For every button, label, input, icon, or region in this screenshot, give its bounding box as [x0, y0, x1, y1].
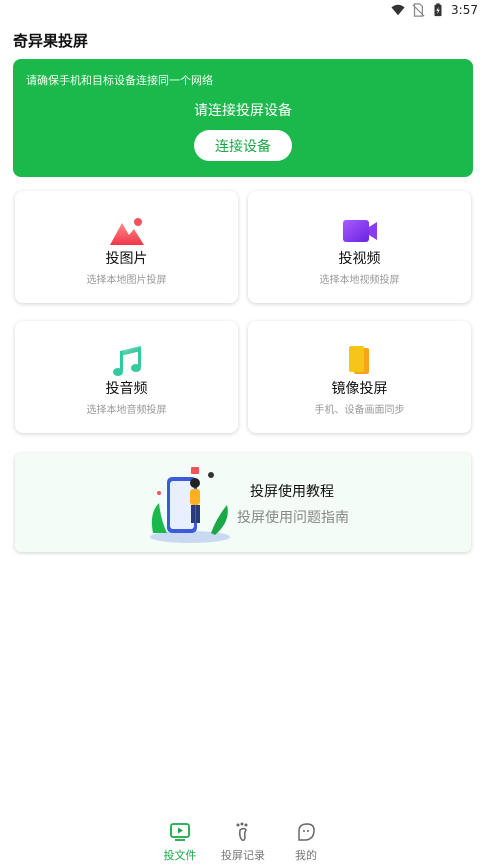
tab-mine[interactable]: 我的: [271, 821, 341, 863]
status-icons: 3:57: [391, 3, 478, 17]
mirror-screen-icon: [348, 346, 369, 374]
tutorial-title: 投屏使用教程: [250, 484, 334, 500]
tutorial-subtitle: 投屏使用问题指南: [237, 510, 349, 526]
tab-cast-files[interactable]: 投文件: [145, 821, 215, 863]
clock: 3:57: [451, 3, 478, 17]
chat-face-icon: [298, 823, 315, 841]
tab-cast-history[interactable]: 投屏记录: [208, 821, 278, 863]
network-hint: 请确保手机和目标设备连接同一个网络: [26, 74, 213, 87]
tutorial-illustration-icon: [150, 467, 230, 543]
cast-photo-card[interactable]: 投图片 选择本地图片投屏: [15, 191, 238, 303]
card-title: 镜像投屏: [331, 381, 388, 397]
status-bar: 3:57: [0, 0, 486, 22]
tab-label: 我的: [295, 849, 317, 862]
screen-mirror-card[interactable]: 镜像投屏 手机、设备画面同步: [248, 321, 471, 433]
card-title: 投图片: [105, 251, 148, 267]
battery-charging-icon: [434, 3, 442, 17]
tab-label: 投文件: [163, 849, 197, 862]
bottom-tab-bar: 投文件 投屏记录 我的: [0, 815, 486, 865]
photo-icon: [109, 218, 144, 245]
connection-banner: 请确保手机和目标设备连接同一个网络 请连接投屏设备 连接设备: [13, 59, 473, 177]
music-note-icon: [112, 346, 141, 376]
wifi-icon: [391, 4, 405, 16]
app-title: 奇异果投屏: [13, 32, 89, 50]
card-subtitle: 选择本地音频投屏: [86, 405, 167, 416]
tutorial-card[interactable]: 投屏使用教程 投屏使用问题指南: [15, 453, 471, 552]
no-sim-icon: [412, 3, 425, 17]
connect-device-button[interactable]: 连接设备: [194, 130, 292, 161]
card-title: 投音频: [105, 381, 148, 397]
card-subtitle: 选择本地图片投屏: [86, 275, 167, 286]
card-subtitle: 选择本地视频投屏: [319, 275, 400, 286]
card-subtitle: 手机、设备画面同步: [314, 405, 405, 416]
connection-status: 请连接投屏设备: [194, 103, 292, 119]
cast-audio-card[interactable]: 投音频 选择本地音频投屏: [15, 321, 238, 433]
play-screen-icon: [170, 823, 190, 841]
video-camera-icon: [342, 220, 377, 242]
tab-label: 投屏记录: [221, 849, 265, 862]
footprint-icon: [236, 822, 248, 841]
card-title: 投视频: [338, 251, 381, 267]
cast-video-card[interactable]: 投视频 选择本地视频投屏: [248, 191, 471, 303]
